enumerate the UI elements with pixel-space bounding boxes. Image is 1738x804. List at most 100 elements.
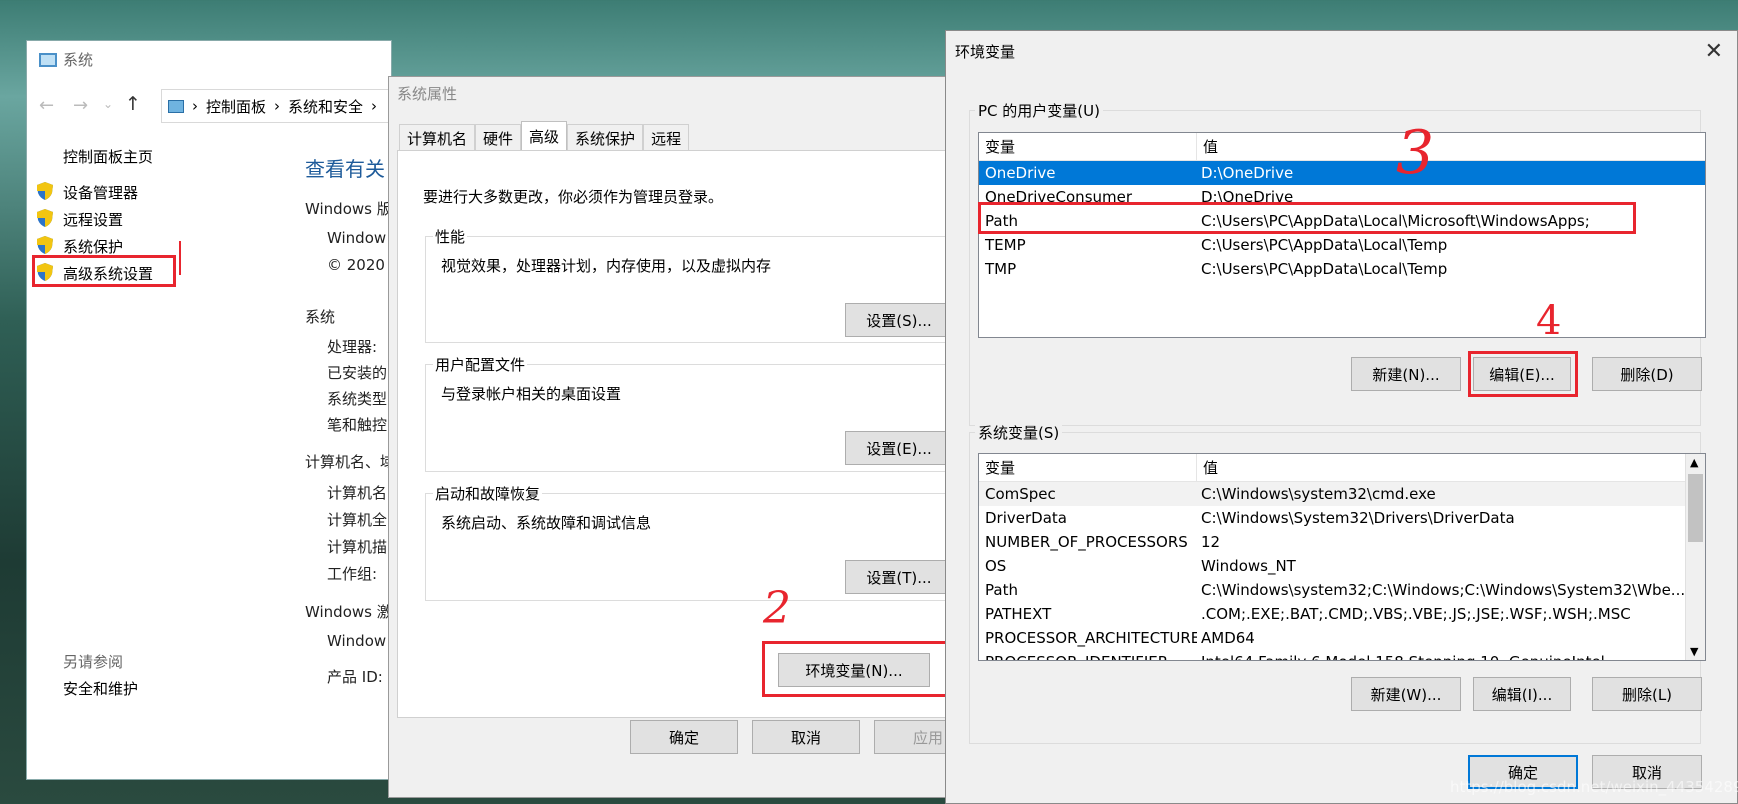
list-item[interactable]: Path C:\Windows\system32;C:\Windows;C:\Wi… — [979, 578, 1705, 602]
user-profiles-description: 与登录帐户相关的桌面设置 — [441, 385, 622, 403]
computer-name-label: 计算机名 — [327, 484, 388, 502]
breadcrumb-separator-icon: › — [371, 97, 378, 115]
system-type-label: 系统类型 — [327, 390, 388, 408]
shield-icon — [37, 236, 53, 254]
forward-arrow-icon[interactable]: → — [73, 95, 88, 116]
system-properties-dialog: 系统属性 计算机名 硬件 高级 系统保护 远程 要进行大多数更改，你必须作为管理… — [388, 76, 948, 798]
list-item[interactable]: TMP C:\Users\PC\AppData\Local\Temp — [979, 257, 1705, 281]
annotation-mark-1 — [179, 241, 181, 275]
sidebar-item-label[interactable]: 系统保护 — [63, 236, 123, 257]
computer-icon — [39, 52, 57, 67]
tab-strip: 计算机名 硬件 高级 系统保护 远程 — [399, 121, 690, 151]
breadcrumb-system-security[interactable]: 系统和安全 — [288, 96, 363, 117]
address-bar[interactable]: › 控制面板 › 系统和安全 › — [161, 89, 401, 123]
tab-system-protection[interactable]: 系统保护 — [567, 124, 644, 151]
scroll-down-icon[interactable]: ▼ — [1690, 645, 1698, 658]
workgroup-label: 工作组: — [327, 565, 378, 583]
list-item[interactable]: PROCESSOR_ARCHITECTURE AMD64 — [979, 626, 1705, 650]
startup-recovery-description: 系统启动、系统故障和调试信息 — [441, 514, 652, 532]
computer-description-label: 计算机描 — [327, 538, 388, 556]
activation-value: Window — [327, 632, 387, 650]
variable-value: Intel64 Family 6 Model 158 Stepping 10, … — [1197, 653, 1705, 660]
env-dialog-title: 环境变量 — [955, 43, 1016, 61]
column-header-value[interactable]: 值 — [1197, 454, 1218, 481]
variable-name: PROCESSOR_IDENTIFIER — [979, 653, 1197, 660]
pen-touch-label: 笔和触控 — [327, 416, 388, 434]
user-profiles-settings-button[interactable]: 设置(E)... — [845, 431, 947, 465]
list-item[interactable]: OS Windows_NT — [979, 554, 1705, 578]
windows-edition-label: Windows 版 — [305, 200, 392, 218]
system-list-scrollbar[interactable]: ▲ ▼ — [1685, 454, 1705, 660]
user-variables-list[interactable]: 变量 值 OneDrive D:\OneDrive OneDriveConsume… — [978, 132, 1706, 338]
control-panel-icon — [168, 99, 184, 113]
annotation-box-env-button — [762, 641, 947, 697]
up-arrow-icon[interactable]: ↑ — [125, 93, 141, 115]
tab-hardware[interactable]: 硬件 — [475, 124, 522, 151]
sidebar-home-link[interactable]: 控制面板主页 — [63, 146, 153, 167]
windows-edition-value: Window — [327, 229, 387, 247]
back-arrow-icon[interactable]: ← — [39, 95, 54, 116]
variable-name: NUMBER_OF_PROCESSORS — [985, 533, 1188, 551]
breadcrumb-control-panel[interactable]: 控制面板 — [206, 96, 266, 117]
startup-recovery-group-label: 启动和故障恢复 — [433, 483, 543, 504]
variable-name: PATHEXT — [985, 605, 1052, 623]
system-edit-button[interactable]: 编辑(I)... — [1473, 677, 1571, 711]
tab-advanced[interactable]: 高级 — [521, 121, 568, 151]
system-new-button[interactable]: 新建(W)... — [1351, 677, 1461, 711]
user-profiles-group-label: 用户配置文件 — [433, 354, 528, 375]
system-section-label: 系统 — [305, 308, 336, 326]
list-item[interactable]: DriverData C:\Windows\System32\Drivers\Dr… — [979, 506, 1705, 530]
variable-name: OS — [985, 557, 1007, 575]
variable-name: DriverData — [985, 509, 1067, 527]
environment-variables-dialog: 环境变量 ✕ PC 的用户变量(U) 变量 值 OneDrive D:\OneDr… — [945, 30, 1738, 804]
advanced-tab-panel: 要进行大多数更改，你必须作为管理员登录。 性能 视觉效果，处理器计划，内存使用，… — [397, 150, 947, 718]
ram-label: 已安装的 — [327, 364, 388, 382]
security-maintenance-link[interactable]: 安全和维护 — [63, 678, 138, 699]
shield-icon — [37, 182, 53, 200]
breadcrumb-separator-icon: › — [274, 97, 281, 115]
performance-description: 视觉效果，处理器计划，内存使用，以及虚拟内存 — [441, 257, 772, 275]
annotation-box-edit-button — [1468, 351, 1578, 397]
user-new-button[interactable]: 新建(N)... — [1351, 357, 1461, 391]
variable-value: .COM;.EXE;.BAT;.CMD;.VBS;.VBE;.JS;.JSE;.… — [1201, 605, 1631, 623]
system-variables-list[interactable]: 变量 值 ComSpec C:\Windows\system32\cmd.exe … — [978, 453, 1706, 661]
copyright-text: © 2020 — [327, 256, 385, 274]
annotation-box-advanced-settings — [32, 255, 176, 287]
recent-dropdown-icon[interactable]: ⌄ — [103, 97, 113, 111]
user-delete-button[interactable]: 删除(D) — [1592, 357, 1702, 391]
performance-group-label: 性能 — [433, 226, 468, 247]
list-item[interactable]: PATHEXT .COM;.EXE;.BAT;.CMD;.VBS;.VBE;.JS… — [979, 602, 1705, 626]
variable-value: C:\Windows\System32\Drivers\DriverData — [1201, 509, 1515, 527]
tab-computer-name[interactable]: 计算机名 — [399, 124, 476, 151]
computer-name-section-label: 计算机名、域 — [305, 453, 396, 471]
annotation-step-2: 2 — [763, 583, 791, 634]
activation-label: Windows 激 — [305, 603, 392, 621]
column-header-value[interactable]: 值 — [1197, 133, 1218, 160]
breadcrumb-separator-icon: › — [192, 97, 198, 115]
list-item[interactable]: TEMP C:\Users\PC\AppData\Local\Temp — [979, 233, 1705, 257]
admin-note: 要进行大多数更改，你必须作为管理员登录。 — [423, 188, 724, 206]
scroll-up-icon[interactable]: ▲ — [1690, 456, 1698, 469]
system-delete-button[interactable]: 删除(L) — [1592, 677, 1702, 711]
full-computer-name-label: 计算机全 — [327, 511, 388, 529]
list-item[interactable]: PROCESSOR_IDENTIFIERIntel64 Family 6 Mod… — [979, 650, 1705, 660]
list-item[interactable]: ComSpec C:\Windows\system32\cmd.exe — [979, 482, 1705, 506]
shield-icon — [37, 209, 53, 227]
scrollbar-thumb[interactable] — [1688, 474, 1703, 542]
tab-remote[interactable]: 远程 — [643, 124, 690, 151]
performance-settings-button[interactable]: 设置(S)... — [845, 303, 947, 337]
close-icon[interactable]: ✕ — [1705, 39, 1723, 64]
column-header-variable[interactable]: 变量 — [979, 454, 1197, 481]
sidebar-item-label[interactable]: 设备管理器 — [63, 182, 138, 203]
column-header-variable[interactable]: 变量 — [979, 133, 1197, 160]
system-variables-label: 系统变量(S) — [975, 422, 1063, 443]
cancel-button[interactable]: 取消 — [752, 720, 860, 754]
ok-button[interactable]: 确定 — [630, 720, 738, 754]
list-item[interactable]: OneDrive D:\OneDrive — [979, 161, 1705, 185]
list-item[interactable]: NUMBER_OF_PROCESSORS 12 — [979, 530, 1705, 554]
sidebar-item-label[interactable]: 远程设置 — [63, 209, 123, 230]
variable-name: ComSpec — [985, 485, 1056, 503]
startup-recovery-settings-button[interactable]: 设置(T)... — [845, 560, 947, 594]
apply-button[interactable]: 应用 — [874, 720, 947, 754]
product-id-label: 产品 ID: — [327, 668, 383, 686]
